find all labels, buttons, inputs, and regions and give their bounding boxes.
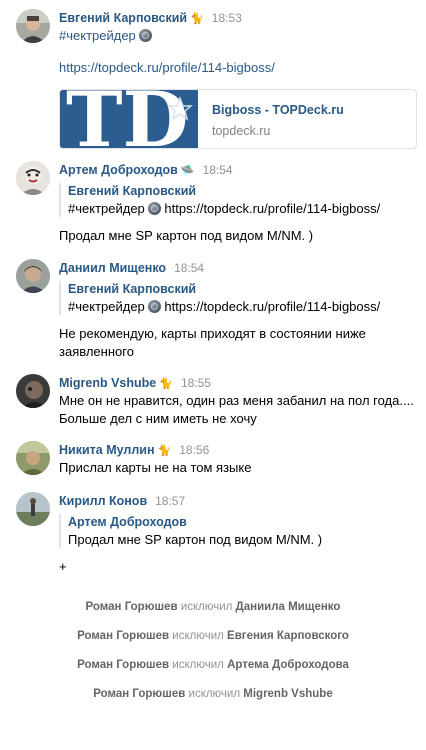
timestamp[interactable]: 18:55 bbox=[181, 376, 211, 390]
avatar[interactable] bbox=[16, 441, 50, 475]
forwarded-message[interactable]: Артем Доброходов Продал мне SP картон по… bbox=[59, 514, 418, 548]
quote-author[interactable]: Евгений Карповский bbox=[68, 183, 418, 200]
author-name[interactable]: Даниил Мищенко bbox=[59, 261, 166, 275]
crystal-ball-icon bbox=[138, 29, 152, 42]
hashtag-link[interactable]: #чектрейдер bbox=[59, 28, 136, 43]
timestamp[interactable]: 18:57 bbox=[155, 494, 185, 508]
author-name[interactable]: Никита Муллин bbox=[59, 443, 155, 457]
service-target[interactable]: Артема Доброходова bbox=[227, 659, 349, 671]
service-message: Роман Горюшев исключил Migrenb Vshube bbox=[93, 688, 333, 700]
quote-hashtag[interactable]: #чектрейдер bbox=[68, 299, 145, 314]
service-target[interactable]: Евгения Карповского bbox=[227, 630, 349, 642]
author-name[interactable]: Кирилл Конов bbox=[59, 494, 147, 508]
forwarded-message[interactable]: Евгений Карповский #чектрейдер https://t… bbox=[59, 183, 418, 217]
service-message: Роман Горюшев исключил Даниила Мищенко bbox=[85, 601, 341, 613]
cat-icon: 🐈 bbox=[190, 13, 204, 25]
ufo-icon: 🛸 bbox=[180, 165, 195, 177]
message-text: Мне он не нравится, один раз меня забани… bbox=[59, 393, 414, 426]
crystal-ball-icon bbox=[147, 202, 161, 215]
quote-author[interactable]: Артем Доброходов bbox=[68, 514, 418, 531]
profile-link[interactable]: https://topdeck.ru/profile/114-bigboss/ bbox=[59, 60, 275, 75]
forwarded-message[interactable]: Евгений Карповский #чектрейдер https://t… bbox=[59, 281, 418, 315]
message-text: + bbox=[59, 559, 67, 574]
link-preview-card[interactable]: TD Bigboss - TOPDeck.ru topdeck.ru bbox=[59, 89, 417, 149]
quote-link[interactable]: https://topdeck.ru/profile/114-bigboss/ bbox=[164, 201, 380, 216]
service-target[interactable]: Migrenb Vshube bbox=[243, 688, 332, 700]
quote-hashtag[interactable]: #чектрейдер bbox=[68, 201, 145, 216]
service-actor[interactable]: Роман Горюшев bbox=[77, 659, 169, 671]
service-message: Роман Горюшев исключил Евгения Карповско… bbox=[77, 630, 349, 642]
timestamp[interactable]: 18:56 bbox=[179, 443, 209, 457]
message-text: Не рекомендую, карты приходят в состояни… bbox=[59, 326, 366, 359]
quote-author[interactable]: Евгений Карповский bbox=[68, 281, 418, 298]
service-actor[interactable]: Роман Горюшев bbox=[93, 688, 185, 700]
message-text: Прислал карты не на том языке bbox=[59, 460, 252, 475]
service-actor[interactable]: Роман Горюшев bbox=[86, 601, 178, 613]
link-preview-title[interactable]: Bigboss - TOPDeck.ru bbox=[212, 103, 344, 117]
quote-text: #чектрейдер https://topdeck.ru/profile/1… bbox=[68, 200, 418, 217]
service-message: Роман Горюшев исключил Артема Доброходов… bbox=[77, 659, 349, 671]
timestamp[interactable]: 18:54 bbox=[203, 163, 233, 177]
author-name[interactable]: Евгений Карповский bbox=[59, 11, 187, 25]
timestamp[interactable]: 18:54 bbox=[174, 261, 204, 275]
cat-icon: 🐈 bbox=[157, 445, 172, 457]
timestamp[interactable]: 18:53 bbox=[212, 11, 242, 25]
avatar[interactable] bbox=[16, 374, 50, 408]
avatar[interactable] bbox=[16, 259, 50, 293]
link-preview-image: TD bbox=[60, 90, 198, 148]
avatar[interactable] bbox=[16, 492, 50, 526]
message-text: Продал мне SP картон под видом M/NM. ) bbox=[59, 228, 314, 243]
link-preview-domain: topdeck.ru bbox=[212, 124, 271, 138]
quote-link[interactable]: https://topdeck.ru/profile/114-bigboss/ bbox=[164, 299, 380, 314]
quote-text: #чектрейдер https://topdeck.ru/profile/1… bbox=[68, 298, 418, 315]
author-name[interactable]: Migrenb Vshube bbox=[59, 376, 156, 390]
cat-icon: 🐈 bbox=[159, 378, 173, 390]
author-name[interactable]: Артем Доброходов bbox=[59, 163, 178, 177]
crystal-ball-icon bbox=[147, 300, 161, 313]
service-actor[interactable]: Роман Горюшев bbox=[77, 630, 169, 642]
quote-text: Продал мне SP картон под видом M/NM. ) bbox=[68, 532, 323, 547]
logo-text: TD bbox=[66, 90, 188, 148]
avatar[interactable] bbox=[16, 9, 50, 43]
service-target[interactable]: Даниила Мищенко bbox=[236, 601, 341, 613]
avatar[interactable] bbox=[16, 161, 50, 195]
message-text: #чектрейдер bbox=[59, 27, 418, 45]
